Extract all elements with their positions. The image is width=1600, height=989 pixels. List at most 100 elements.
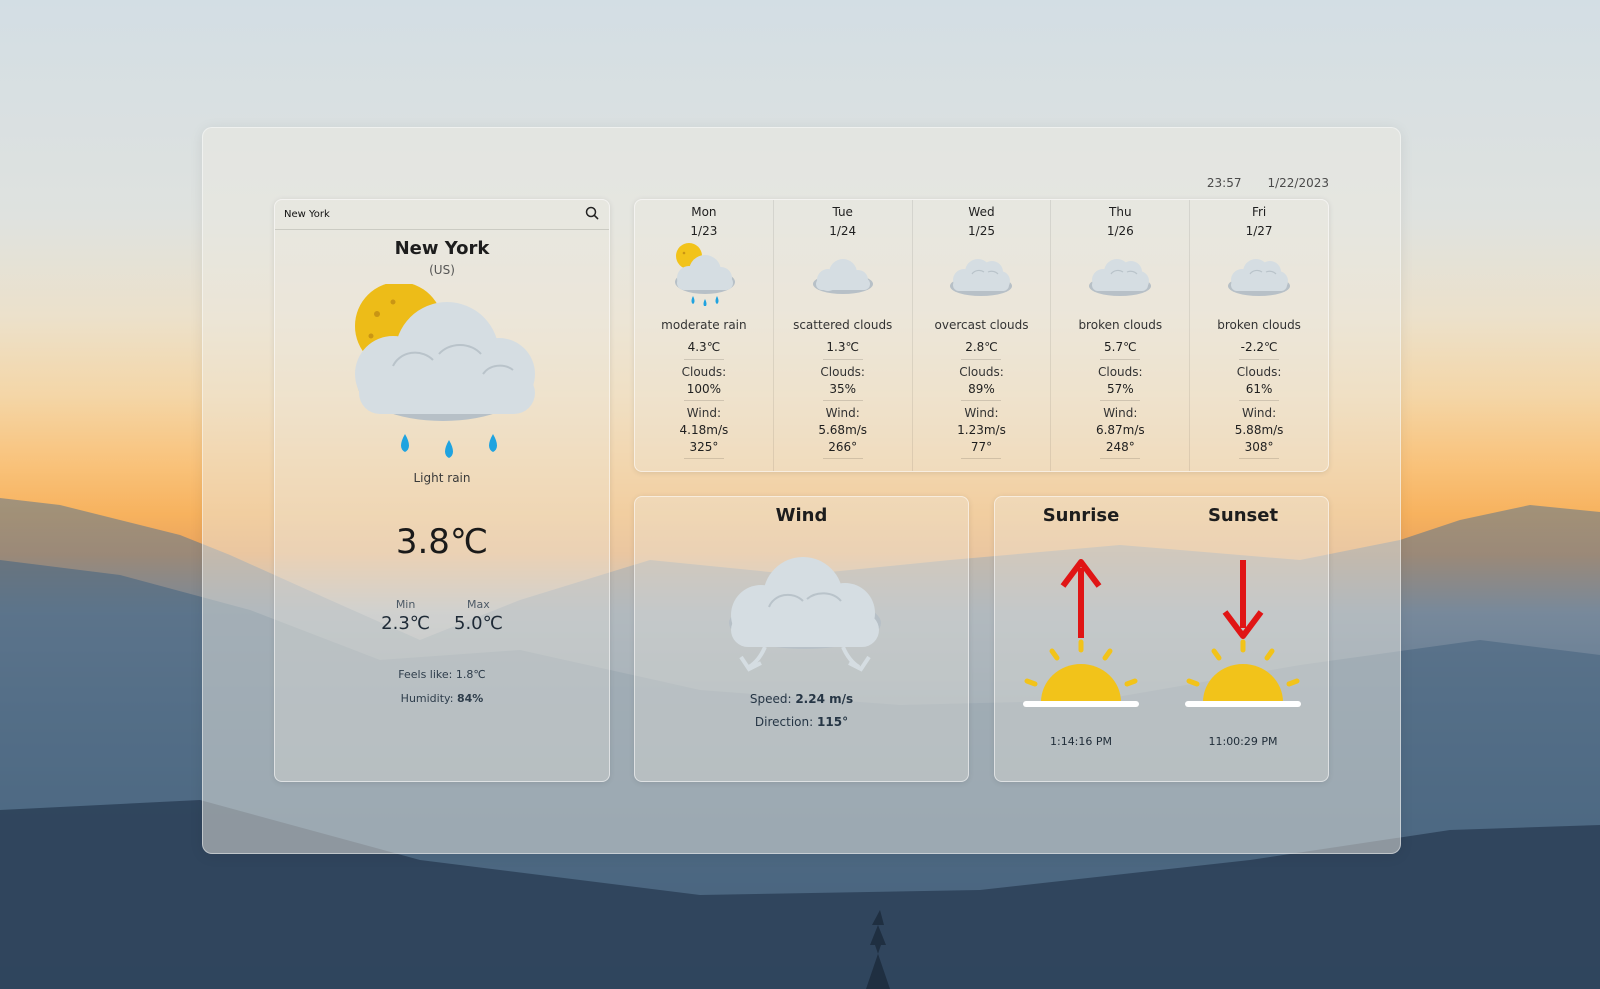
min-label: Min <box>395 598 416 611</box>
forecast-clouds-label: Clouds: <box>1098 365 1143 379</box>
divider <box>683 400 724 401</box>
wind-speed: Speed: 2.24 m/s <box>635 692 968 706</box>
forecast-wind-speed: 1.23m/s <box>957 423 1006 437</box>
sunrise-title: Sunrise <box>1042 505 1120 526</box>
forecast-day: Mon 1/23 moderate rain 4.3℃ Clouds: 100%… <box>635 200 773 471</box>
forecast-wind-direction: 77° <box>970 440 993 454</box>
forecast-date: 1/26 <box>1106 224 1134 238</box>
min-max-temperatures: Min 2.3℃ Max 5.0℃ <box>275 598 609 634</box>
sunset-icon <box>1183 554 1303 718</box>
city-search-input[interactable] <box>284 209 564 220</box>
forecast-day: Fri 1/27 broken clouds -2.2℃ Clouds: 61%… <box>1189 200 1328 471</box>
forecast-wind-label: Wind: <box>825 406 860 420</box>
sunset-time: 11:00:29 PM <box>1208 735 1278 748</box>
current-date: 1/22/2023 <box>1267 176 1329 190</box>
forecast-description: moderate rain <box>661 318 747 332</box>
max-value: 5.0℃ <box>454 613 503 634</box>
divider <box>822 458 863 459</box>
forecast-clouds-label: Clouds: <box>959 365 1004 379</box>
forecast-wind-speed: 6.87m/s <box>1095 423 1145 437</box>
divider <box>822 400 863 401</box>
forecast-wind-label: Wind: <box>1241 406 1277 420</box>
sunrise-section: Sunrise 1:14:16 PM <box>1001 497 1161 781</box>
forecast-day-name: Tue <box>832 205 853 219</box>
sunset-section: Sunset 11:00:29 PM <box>1163 497 1323 781</box>
forecast-clouds-value: 61% <box>1245 382 1273 396</box>
forecast-wind-direction: 266° <box>828 440 858 454</box>
forecast-wind-speed: 5.68m/s <box>818 423 868 437</box>
forecast-day: Thu 1/26 broken clouds 5.7℃ Clouds: 57% … <box>1050 200 1189 471</box>
city-name: New York <box>394 238 490 259</box>
wind-direction-value: 115° <box>817 715 849 729</box>
divider <box>1239 359 1280 360</box>
forecast-day: Tue 1/24 scattered clouds 1.3℃ Clouds: 3… <box>772 200 912 471</box>
forecast-clouds-label: Clouds: <box>681 365 727 379</box>
wind-speed-value: 2.24 m/s <box>795 692 854 706</box>
forecast-wind-label: Wind: <box>964 406 999 420</box>
forecast-wind-label: Wind: <box>1103 406 1138 420</box>
forecast-wind-direction: 248° <box>1105 440 1135 454</box>
humidity: Humidity: 84% <box>275 692 609 705</box>
weather-description: Light rain <box>413 471 471 485</box>
forecast-day-name: Wed <box>968 205 995 219</box>
search-bar <box>275 200 609 230</box>
forecast-wind-speed: 4.18m/s <box>679 423 729 437</box>
forecast-wind-direction: 325° <box>689 440 719 454</box>
forecast-description: scattered clouds <box>793 318 893 332</box>
sunset-title: Sunset <box>1207 505 1279 526</box>
forecast-temperature: -2.2℃ <box>1240 340 1278 354</box>
wind-card: Wind Speed: 2.24 m/s Direction: 115° <box>634 496 969 782</box>
forecast-date: 1/27 <box>1245 224 1273 238</box>
date-time: 23:57 1/22/2023 <box>1207 176 1329 190</box>
current-temperature: 3.8℃ <box>395 522 489 562</box>
feels-like-label: Feels like: <box>398 668 453 681</box>
forecast-day-name: Fri <box>1251 205 1267 219</box>
forecast-date: 1/23 <box>690 224 718 238</box>
divider <box>961 359 1002 360</box>
feels-like-value: 1.8℃ <box>455 668 486 681</box>
forecast-day: Wed 1/25 overcast clouds 2.8℃ Clouds: 89… <box>911 200 1051 471</box>
forecast-clouds-value: 57% <box>1106 382 1134 396</box>
forecast-clouds-label: Clouds: <box>1236 365 1282 379</box>
divider <box>1239 400 1280 401</box>
divider <box>1239 458 1280 459</box>
sunrise-time: 1:14:16 PM <box>1049 735 1113 748</box>
search-icon <box>585 205 599 224</box>
wind-title: Wind <box>775 505 828 526</box>
forecast-clouds-label: Clouds: <box>820 365 865 379</box>
max-label: Max <box>467 598 490 611</box>
divider <box>961 458 1002 459</box>
forecast-clouds-value: 100% <box>686 382 722 396</box>
forecast-date: 1/24 <box>829 224 857 238</box>
humidity-value: 84% <box>456 692 484 705</box>
search-button[interactable] <box>583 206 601 224</box>
min-temperature: Min 2.3℃ <box>381 598 430 634</box>
humidity-label: Humidity: <box>400 692 454 705</box>
cloud-icon <box>810 242 876 309</box>
double-cloud-icon <box>1087 242 1153 309</box>
forecast-temperature: 1.3℃ <box>826 340 859 354</box>
divider <box>1100 359 1141 360</box>
forecast-card: Mon 1/23 moderate rain 4.3℃ Clouds: 100%… <box>634 199 1329 472</box>
forecast-temperature: 5.7℃ <box>1104 340 1137 354</box>
double-cloud-icon <box>948 242 1014 309</box>
forecast-wind-label: Wind: <box>686 406 721 420</box>
forecast-clouds-value: 35% <box>829 382 857 396</box>
max-temperature: Max 5.0℃ <box>454 598 503 634</box>
forecast-wind-speed: 5.88m/s <box>1234 423 1284 437</box>
sun-cloud-rain-icon <box>671 242 737 309</box>
wind-speed-label: Speed: <box>749 692 792 706</box>
sun-cloud-rain-icon <box>353 282 543 468</box>
feels-like: Feels like: 1.8℃ <box>275 668 609 681</box>
forecast-clouds-value: 89% <box>968 382 995 396</box>
forecast-wind-direction: 308° <box>1244 440 1274 454</box>
forecast-temperature: 2.8℃ <box>965 340 998 354</box>
forecast-date: 1/25 <box>968 224 995 238</box>
current-time: 23:57 <box>1206 176 1242 190</box>
current-weather-card: New York (US) Light rain 3.8℃ Min 2.3℃ <box>274 199 610 782</box>
forecast-description: broken clouds <box>1217 318 1301 332</box>
divider <box>1100 400 1141 401</box>
min-value: 2.3℃ <box>381 613 430 634</box>
forecast-temperature: 4.3℃ <box>687 340 721 354</box>
forecast-description: overcast clouds <box>934 318 1029 332</box>
